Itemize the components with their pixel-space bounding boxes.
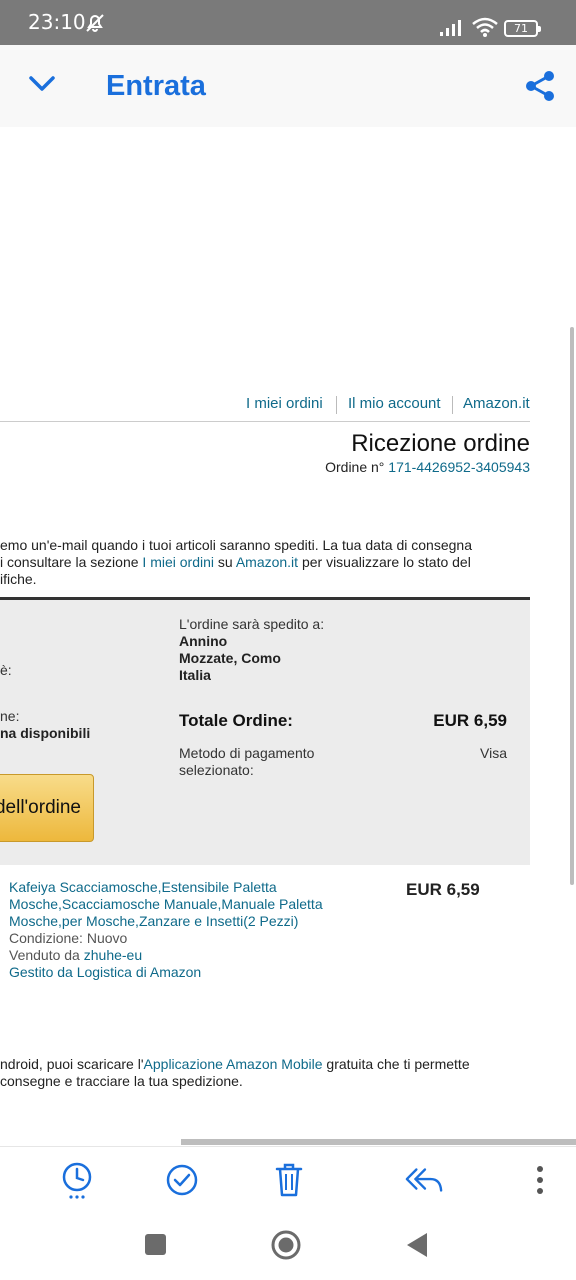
fulfilled-by-link[interactable]: Gestito da Logistica di Amazon [9, 964, 201, 980]
intro-line-1: emo un'e-mail quando i tuoi articoli sar… [0, 537, 472, 553]
ship-city: Mozzate, Como [179, 650, 281, 666]
ship-country: Italia [179, 667, 211, 683]
footer-line-1: ndroid, puoi scaricare l'Applicazione Am… [0, 1056, 470, 1072]
mark-done-icon[interactable] [162, 1160, 202, 1200]
order-label: Ordine n° [325, 459, 385, 475]
my-account-link[interactable]: Il mio account [348, 395, 441, 412]
intro-line-2: i consultare la sezione I miei ordini su… [0, 554, 471, 570]
order-number-line: Ordine n° 171-4426952-3405943 [325, 459, 530, 475]
reply-all-icon[interactable] [404, 1160, 444, 1200]
status-time: 23:10 [28, 10, 86, 34]
chevron-down-icon[interactable] [28, 73, 56, 93]
ship-to-label: L'ordine sarà spedito a: [179, 616, 325, 632]
item-title-line-3[interactable]: Mosche,per Mosche,Zanzare e Insetti(2 Pe… [9, 913, 298, 929]
intro-text: i consultare la sezione [0, 554, 143, 570]
item-condition: Condizione: Nuovo [9, 930, 128, 946]
home-icon[interactable] [270, 1229, 302, 1261]
intro-text: per visualizzare lo stato del [298, 554, 471, 570]
amazon-inline-link[interactable]: Amazon.it [236, 554, 298, 570]
recents-icon[interactable] [145, 1234, 166, 1255]
my-orders-link[interactable]: I miei ordini [246, 395, 323, 412]
item-sold-by: Venduto da zhuhe-eu [9, 947, 142, 963]
summary-label-left-1: è: [0, 662, 12, 678]
share-icon[interactable] [525, 70, 555, 102]
order-details-button[interactable]: dell'ordine [0, 774, 94, 842]
amazon-app-link[interactable]: Applicazione Amazon Mobile [144, 1056, 323, 1072]
email-heading: Ricezione ordine [351, 430, 530, 457]
payment-label-1: Metodo di pagamento [179, 745, 315, 761]
payment-label-2: selezionato: [179, 762, 254, 778]
intro-text: su [214, 554, 236, 570]
more-icon[interactable] [520, 1160, 560, 1200]
seller-link[interactable]: zhuhe-eu [84, 947, 142, 963]
link-separator [452, 396, 453, 414]
snooze-icon[interactable] [58, 1160, 98, 1200]
total-value: EUR 6,59 [433, 711, 507, 730]
item-price: EUR 6,59 [406, 880, 480, 899]
vertical-scrollbar[interactable] [570, 327, 574, 885]
folder-title: Entrata [106, 70, 206, 102]
my-orders-inline-link[interactable]: I miei ordini [142, 554, 214, 570]
link-separator [336, 396, 337, 414]
item-title-line-1[interactable]: Kafeiya Scacciamosche,Estensibile Palett… [9, 879, 277, 895]
footer-text: ndroid, puoi scaricare l' [0, 1056, 144, 1072]
battery-icon: 71 [504, 20, 541, 37]
horizontal-scrollbar[interactable] [181, 1139, 576, 1145]
footer-text: gratuita che ti permette [322, 1056, 470, 1072]
payment-value: Visa [480, 745, 507, 761]
divider [0, 421, 530, 422]
wifi-icon [472, 17, 498, 37]
summary-value-left-2: na disponibili [0, 725, 91, 741]
intro-line-3: ifiche. [0, 571, 37, 587]
summary-label-left-2: ne: [0, 708, 20, 724]
sold-by-label: Venduto da [9, 947, 84, 963]
signal-icon [440, 20, 461, 36]
total-label: Totale Ordine: [179, 711, 293, 730]
back-icon[interactable] [405, 1231, 429, 1259]
footer-line-2: consegne e tracciare la tua spedizione. [0, 1073, 243, 1089]
amazon-link[interactable]: Amazon.it [463, 395, 530, 412]
order-number-link[interactable]: 171-4426952-3405943 [388, 459, 530, 475]
item-title-line-2[interactable]: Mosche,Scacciamosche Manuale,Manuale Pal… [9, 896, 323, 912]
app-bar [0, 45, 576, 127]
delete-icon[interactable] [269, 1160, 309, 1200]
mute-notifications-icon [86, 14, 104, 32]
ship-name: Annino [179, 633, 228, 649]
